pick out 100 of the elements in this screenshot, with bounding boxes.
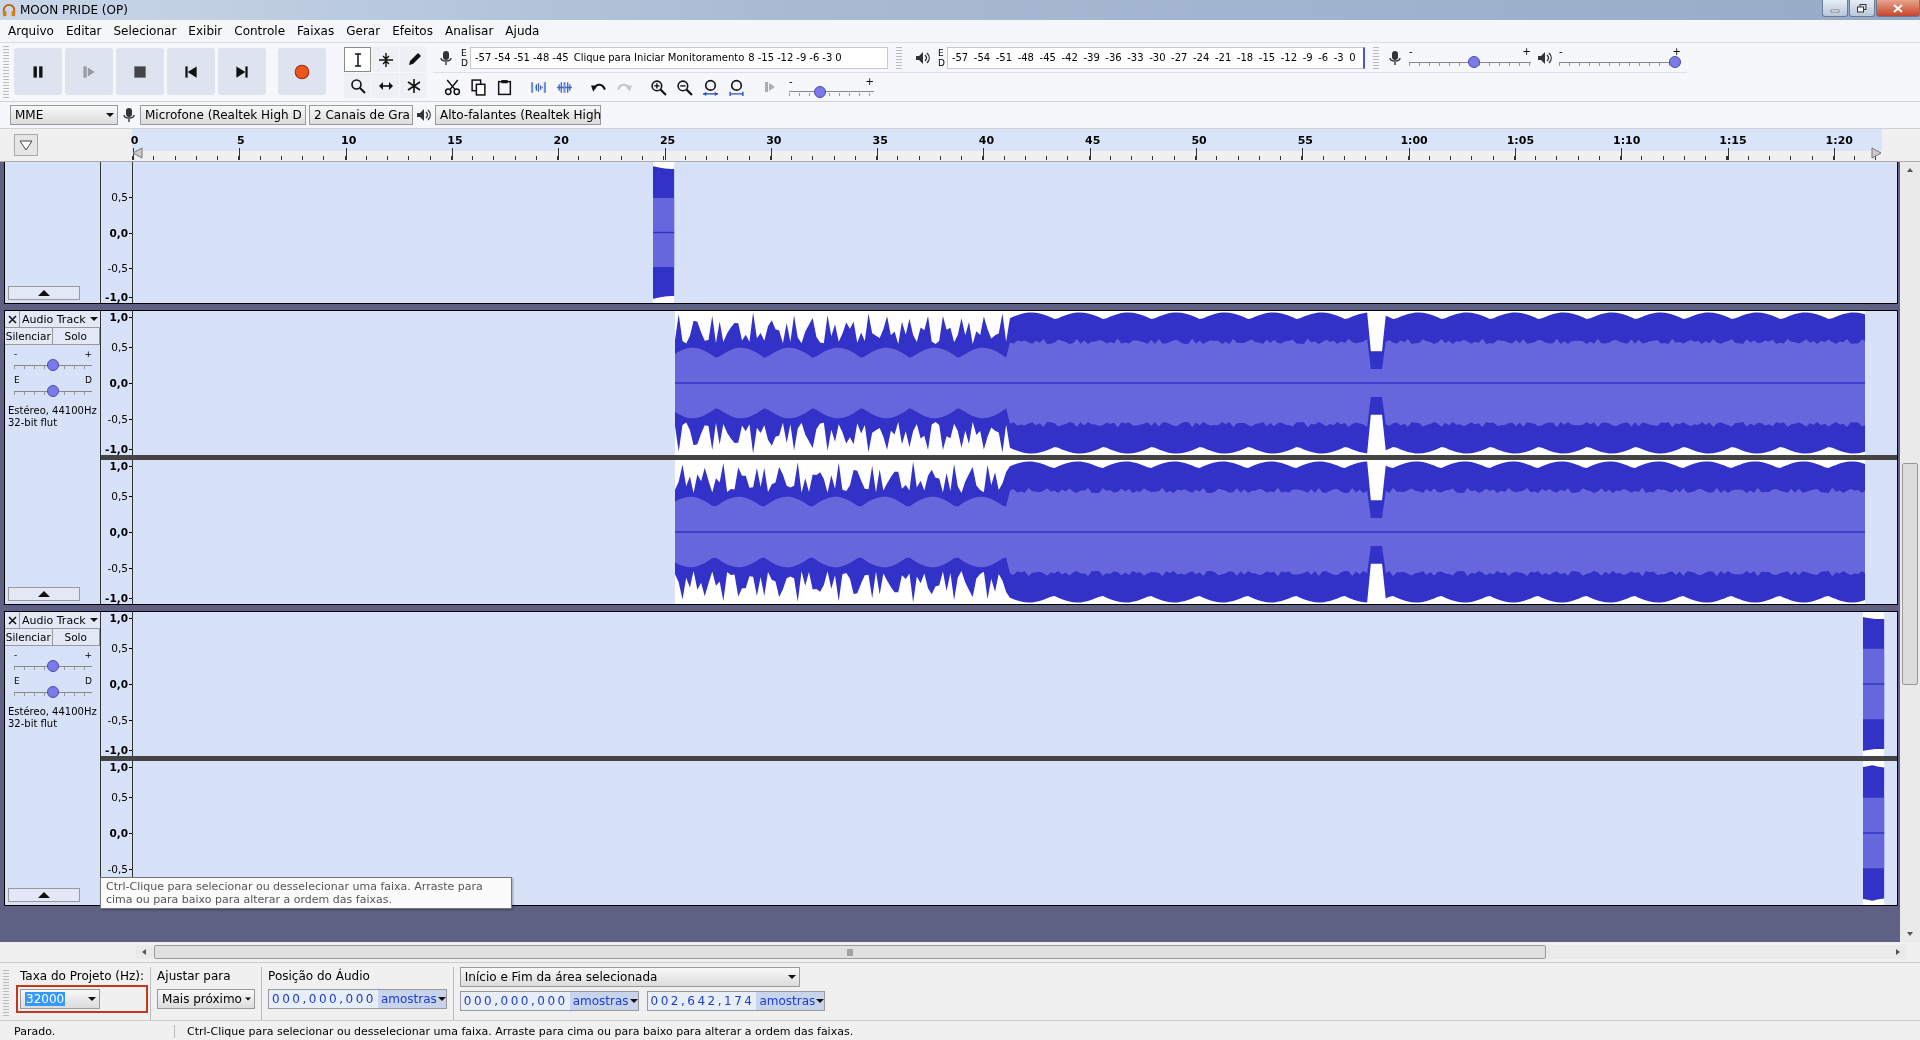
- unit-dropdown[interactable]: amostras: [377, 990, 446, 1008]
- selection-start-field[interactable]: 000,000,000 amostras: [459, 991, 639, 1011]
- field-label: Ajustar para: [157, 968, 232, 985]
- slider-thumb[interactable]: [47, 385, 59, 397]
- unit-dropdown[interactable]: amostras: [569, 992, 638, 1010]
- menu-item[interactable]: Selecionar: [107, 24, 183, 38]
- slider-thumb[interactable]: [47, 660, 59, 672]
- close-button[interactable]: [1876, 0, 1920, 17]
- collapse-track-button[interactable]: [8, 587, 80, 601]
- output-device-dropdown[interactable]: Alto-falantes (Realtek High: [435, 105, 601, 125]
- input-device-dropdown[interactable]: Microfone (Realtek High D: [140, 105, 306, 125]
- tool-button[interactable]: [372, 47, 399, 72]
- pause-button[interactable]: [14, 48, 62, 95]
- time-label: 10: [341, 134, 357, 147]
- track-header[interactable]: [5, 162, 101, 303]
- meter-tick-label: -54: [494, 52, 512, 63]
- record-meter[interactable]: -57 -54 -51 -48 -45 Clique para Iniciar Monitoramento 8 -15 -12 -9 -6 -3 0: [469, 46, 888, 69]
- meter-tick-label: 8: [748, 52, 756, 63]
- mute-button[interactable]: Silenciar: [5, 629, 53, 645]
- meter-channel-label: D: [461, 57, 468, 68]
- horizontal-scrollbar[interactable]: [136, 945, 1906, 959]
- track-name-dropdown[interactable]: Audio Track: [20, 612, 100, 628]
- menu-item[interactable]: Analisar: [438, 24, 500, 38]
- restore-icon: [1857, 3, 1867, 13]
- collapse-track-button[interactable]: [8, 888, 80, 902]
- copy-icon: [469, 78, 487, 96]
- time-label: 5: [237, 134, 245, 147]
- slider-thumb[interactable]: [1468, 56, 1481, 68]
- microphone-icon: [1386, 49, 1403, 66]
- tooltip: Ctrl-Clique para selecionar ou desselecionar uma faixa. Arraste para cima ou para baixo para alterar a ordem das faixas.: [100, 877, 512, 909]
- menu-item[interactable]: Exibir: [182, 24, 229, 38]
- unit-dropdown[interactable]: amostras: [756, 992, 825, 1010]
- close-icon: [1893, 3, 1903, 13]
- slider-thumb[interactable]: [1668, 56, 1681, 68]
- up-arrow-icon: [1906, 166, 1914, 174]
- slider-thumb[interactable]: [47, 686, 59, 698]
- meter-tick-label: -18: [1236, 52, 1255, 63]
- menu-item[interactable]: Controle: [228, 24, 292, 38]
- meter-tick-label: -3: [822, 52, 834, 63]
- record-button[interactable]: [278, 48, 326, 95]
- skip-to-end-button[interactable]: [218, 48, 266, 95]
- minimize-button[interactable]: [1822, 0, 1848, 17]
- menu-item[interactable]: Arquivo: [2, 24, 60, 38]
- time-label: 35: [872, 134, 888, 147]
- tool-button[interactable]: [400, 73, 427, 98]
- snap-to-dropdown[interactable]: Mais próximo: [157, 989, 256, 1009]
- clipboard-icon: [495, 78, 513, 96]
- meter-tick-label: -39: [1083, 52, 1101, 63]
- track-info: 32-bit flut: [8, 417, 59, 429]
- restore-button[interactable]: [1849, 0, 1875, 17]
- menu-item[interactable]: Faixas: [291, 24, 341, 38]
- time-label: 40: [978, 134, 995, 147]
- slider-thumb[interactable]: [47, 359, 59, 371]
- time-label: 1:20: [1825, 134, 1853, 147]
- up-triangle-icon: [38, 590, 50, 598]
- envelope-tool-icon: [377, 51, 394, 68]
- time-label: 25: [659, 134, 676, 147]
- mute-button[interactable]: Silenciar: [5, 328, 53, 344]
- zoom-out-icon: [675, 78, 693, 96]
- magnifier-icon: [349, 77, 366, 94]
- collapse-track-button[interactable]: [8, 286, 80, 300]
- field-label: Posição do Áudio: [268, 967, 371, 985]
- close-track-button[interactable]: [5, 612, 20, 628]
- skip-to-start-button[interactable]: [167, 48, 215, 95]
- stop-button[interactable]: [116, 48, 164, 95]
- audio-host-dropdown[interactable]: MME: [10, 105, 118, 125]
- scrollbar-thumb[interactable]: [154, 945, 1546, 959]
- selection-end-field[interactable]: 002,642,174 amostras: [646, 991, 826, 1011]
- right-arrow-icon: [1894, 948, 1902, 956]
- close-track-button[interactable]: [5, 311, 20, 327]
- track-name-dropdown[interactable]: Audio Track: [20, 311, 100, 327]
- menu-item[interactable]: Efeitos: [386, 24, 439, 38]
- tool-button[interactable]: [344, 73, 371, 98]
- tool-button[interactable]: [372, 73, 399, 98]
- meter-tick-label: -30: [1149, 52, 1167, 63]
- timeline-menu-button[interactable]: [14, 134, 38, 156]
- caret-icon: [787, 975, 796, 979]
- solo-button[interactable]: Solo: [52, 629, 100, 645]
- slider-min-label: -: [1558, 47, 1563, 56]
- close-icon: [7, 615, 17, 625]
- track-header[interactable]: Audio Track Silenciar Solo - + E D Estéreo, 44100Hz 32-bit flut: [5, 311, 101, 604]
- track-header[interactable]: Audio Track Silenciar Solo - + E D Estéreo, 44100Hz 32-bit flut: [5, 612, 101, 905]
- meter-tick-label: -3: [1333, 52, 1345, 63]
- selection-mode-dropdown[interactable]: Início e Fim da área selecionada: [459, 967, 800, 987]
- playback-meter[interactable]: -57 -54 -51 -48 -45 -42 -39 -36 -33 -30 -27 -24 -21 -18 -15 -12 -9 -6 -3 0: [946, 46, 1365, 69]
- vertical-scrollbar[interactable]: [1900, 162, 1920, 942]
- slider-max-label: +: [1522, 47, 1531, 56]
- timeline-ruler[interactable]: 0 5 10 15 20 25 30 35 40 45 50 55 1:00 1:05 1:10 1:15 1:20: [132, 129, 1882, 161]
- scrollbar-thumb[interactable]: [1902, 463, 1918, 685]
- menu-item[interactable]: Editar: [59, 24, 108, 38]
- menu-item[interactable]: Gerar: [340, 24, 387, 38]
- meter-tick-label: -51: [995, 52, 1014, 63]
- menu-item[interactable]: Ajuda: [499, 24, 546, 38]
- audio-position-field[interactable]: 000,000,000 amostras: [268, 989, 447, 1009]
- tool-button[interactable]: [400, 47, 427, 72]
- tool-button[interactable]: [344, 47, 371, 72]
- solo-button[interactable]: Solo: [52, 328, 100, 344]
- meter-tick-label: -12: [1280, 52, 1299, 63]
- input-channels-dropdown[interactable]: 2 Canais de Gra: [309, 105, 413, 125]
- time-label: 15: [447, 134, 463, 147]
